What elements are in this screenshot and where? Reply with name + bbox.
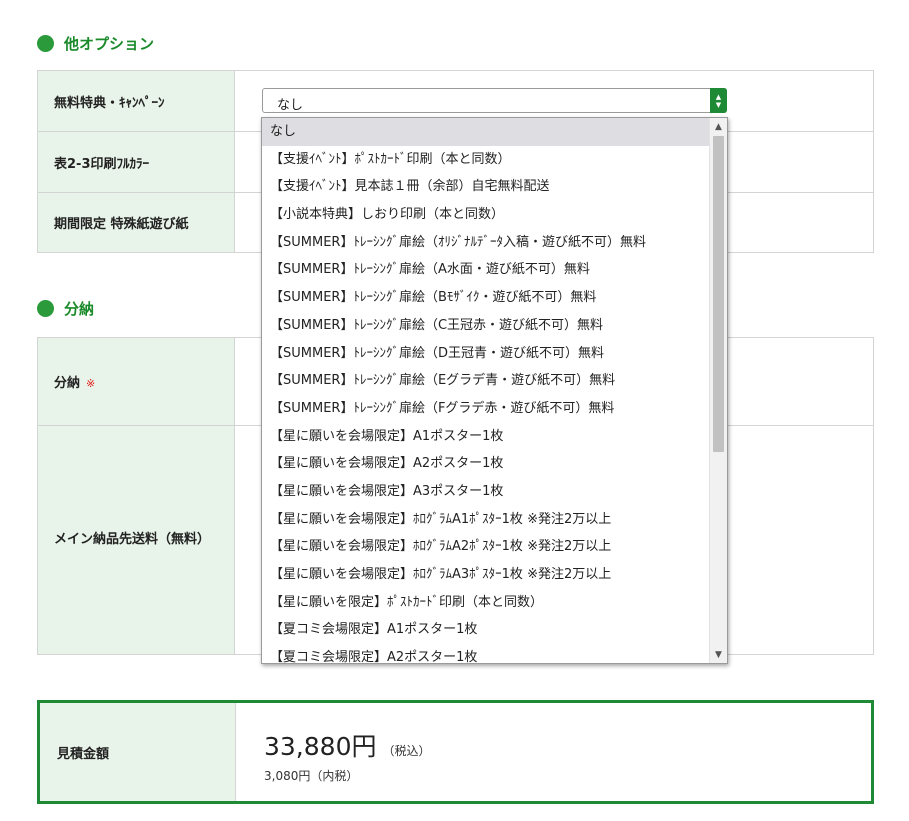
dropdown-option[interactable]: 【星に願いを会場限定】ﾎﾛｸﾞﾗﾑA2ﾎﾟｽﾀｰ1枚 ※発注2万以上 [262,533,709,561]
select-arrows-icon[interactable]: ▲ ▼ [710,88,727,113]
dropdown-option[interactable]: 【星に願いを会場限定】ﾎﾛｸﾞﾗﾑA1ﾎﾟｽﾀｰ1枚 ※発注2万以上 [262,506,709,534]
total-amount: 33,880円 [264,732,377,761]
row-label: 期間限定 特殊紙遊び紙 [37,192,235,253]
estimate-total: 33,880円 （税込） [264,727,431,763]
section-dot-icon [37,34,54,52]
section-dot-icon [37,299,54,317]
section-header-split-delivery: 分納 [37,298,94,318]
row-label: 表2-3印刷ﾌﾙｶﾗｰ [37,131,235,193]
dropdown-option[interactable]: 【星に願いを会場限定】A2ポスター1枚 [262,450,709,478]
dropdown-option[interactable]: 【SUMMER】ﾄﾚｰｼﾝｸﾞ扉絵（C王冠赤・遊び紙不可）無料 [262,312,709,340]
total-tax-note: （税込） [382,744,431,758]
dropdown-option[interactable]: 【SUMMER】ﾄﾚｰｼﾝｸﾞ扉絵（A水面・遊び紙不可）無料 [262,256,709,284]
dropdown-option[interactable]: 【支援ｲﾍﾞﾝﾄ】ﾎﾟｽﾄｶｰﾄﾞ印刷（本と同数） [262,146,709,174]
scroll-up-icon[interactable]: ▲ [710,118,727,135]
dropdown-option[interactable]: なし [262,118,709,146]
dropdown-option[interactable]: 【小説本特典】しおり印刷（本と同数） [262,201,709,229]
dropdown-option[interactable]: 【SUMMER】ﾄﾚｰｼﾝｸﾞ扉絵（D王冠青・遊び紙不可）無料 [262,340,709,368]
row-label: 無料特典・ｷｬﾝﾍﾟｰﾝ [37,70,235,132]
required-mark: ※ [86,377,96,390]
campaign-select[interactable]: なし ▲ ▼ [262,88,727,113]
estimate-label: 見積金額 [40,703,236,801]
row-label: メイン納品先送料（無料） [37,425,235,655]
dropdown-option[interactable]: 【星に願いを会場限定】A3ポスター1枚 [262,478,709,506]
section-header-other-options: 他オプション [37,33,154,53]
select-value: なし [277,98,304,113]
dropdown-scrollbar[interactable]: ▲ ▼ [709,118,727,663]
campaign-dropdown-list[interactable]: なし 【支援ｲﾍﾞﾝﾄ】ﾎﾟｽﾄｶｰﾄﾞ印刷（本と同数） 【支援ｲﾍﾞﾝﾄ】見本誌１… [261,117,728,664]
scrollbar-thumb[interactable] [713,136,724,452]
dropdown-option[interactable]: 【SUMMER】ﾄﾚｰｼﾝｸﾞ扉絵（ｵﾘｼﾞﾅﾙﾃﾞｰﾀ入稿・遊び紙不可）無料 [262,229,709,257]
dropdown-option[interactable]: 【星に願いを会場限定】A1ポスター1枚 [262,423,709,451]
dropdown-option[interactable]: 【SUMMER】ﾄﾚｰｼﾝｸﾞ扉絵（Fグラデ赤・遊び紙不可）無料 [262,395,709,423]
dropdown-option[interactable]: 【SUMMER】ﾄﾚｰｼﾝｸﾞ扉絵（Bﾓｻﾞｲｸ・遊び紙不可）無料 [262,284,709,312]
dropdown-option[interactable]: 【SUMMER】ﾄﾚｰｼﾝｸﾞ扉絵（Eグラデ青・遊び紙不可）無料 [262,367,709,395]
row-label-text: 分納 [54,376,81,391]
dropdown-option[interactable]: 【星に願いを限定】ﾎﾟｽﾄｶｰﾄﾞ印刷（本と同数） [262,589,709,617]
dropdown-option[interactable]: 【夏コミ会場限定】A2ポスター1枚 [262,644,709,663]
section-title: 分納 [64,299,95,318]
row-label: 分納 ※ [37,337,235,426]
section-title: 他オプション [64,34,155,53]
dropdown-options: なし 【支援ｲﾍﾞﾝﾄ】ﾎﾟｽﾄｶｰﾄﾞ印刷（本と同数） 【支援ｲﾍﾞﾝﾄ】見本誌１… [262,118,709,663]
dropdown-option[interactable]: 【支援ｲﾍﾞﾝﾄ】見本誌１冊（余部）自宅無料配送 [262,173,709,201]
dropdown-option[interactable]: 【夏コミ会場限定】A1ポスター1枚 [262,616,709,644]
estimate-box: 見積金額 33,880円 （税込） 3,080円（内税） [37,700,874,804]
scroll-down-icon[interactable]: ▼ [710,646,727,663]
dropdown-option[interactable]: 【星に願いを会場限定】ﾎﾛｸﾞﾗﾑA3ﾎﾟｽﾀｰ1枚 ※発注2万以上 [262,561,709,589]
tax-amount: 3,080円（内税） [264,769,359,783]
